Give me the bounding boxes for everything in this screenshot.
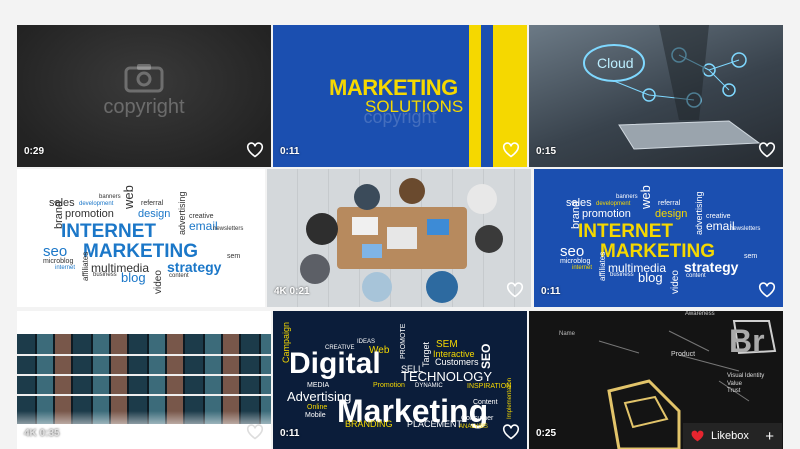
heart-icon[interactable] <box>246 142 264 158</box>
video-tile[interactable]: 4K 0:35 <box>17 311 271 449</box>
word-cloud: sales development banners web brand prom… <box>560 185 761 294</box>
heart-icon[interactable] <box>502 424 520 440</box>
heart-icon[interactable] <box>758 142 776 158</box>
heart-icon <box>691 430 704 442</box>
likebox-button[interactable]: Likebox + <box>683 423 782 449</box>
camera-icon <box>124 64 164 93</box>
heart-icon[interactable] <box>758 282 776 298</box>
video-thumbnail: MARKETING SOLUTIONS <box>273 25 527 167</box>
duration-label: 0:15 <box>536 146 557 157</box>
video-tile[interactable]: 4K 0:21 <box>267 169 531 307</box>
duration-label: 0:25 <box>536 428 557 439</box>
video-tile[interactable]: Campaign CREATIVE Web PROMOTE IDEAS SEM … <box>273 311 527 449</box>
word-cloud: sales development banners web brand prom… <box>43 185 244 294</box>
duration-label: 4K 0:35 <box>24 428 60 439</box>
video-tile[interactable]: sales development banners web brand prom… <box>17 169 265 307</box>
heart-icon[interactable] <box>506 282 524 298</box>
watermark: copyright <box>363 107 437 127</box>
duration-label: 4K 0:21 <box>274 286 310 297</box>
video-tile[interactable]: MARKETING SOLUTIONS copyright 0:11 <box>273 25 527 167</box>
video-thumbnail: Cloud <box>529 25 783 167</box>
watermark: copyright <box>17 63 271 119</box>
heart-icon[interactable] <box>502 142 520 158</box>
duration-label: 0:11 <box>280 428 300 439</box>
heart-icon[interactable] <box>246 424 264 440</box>
duration-label: 0:11 <box>280 146 300 157</box>
video-tile[interactable]: sales development banners web brand prom… <box>534 169 783 307</box>
duration-label: 0:11 <box>541 286 561 297</box>
duration-label: 0:29 <box>24 146 45 157</box>
thumbnail-text: Cloud <box>597 55 634 71</box>
likebox-label: Likebox <box>711 430 749 442</box>
plus-icon[interactable]: + <box>765 429 774 444</box>
video-tile[interactable]: Cloud 0:15 <box>529 25 783 167</box>
video-tile[interactable]: copyright 0:29 <box>17 25 271 167</box>
word-cloud: Campaign CREATIVE Web PROMOTE IDEAS SEM … <box>281 321 513 430</box>
